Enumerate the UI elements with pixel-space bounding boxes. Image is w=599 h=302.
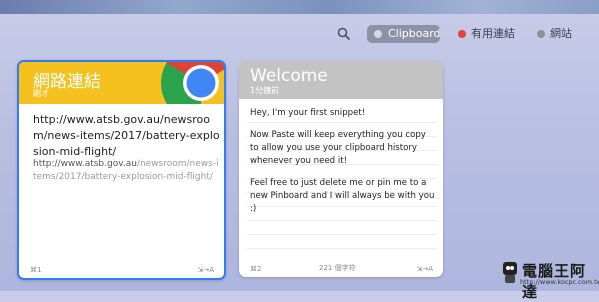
card-timestamp: 1分鐘前 — [250, 86, 280, 95]
text-type-icon: ⇲→A — [197, 266, 214, 274]
snippet-paragraph: Now Paste will keep everything you copy … — [250, 130, 426, 166]
tab-label: 網站 — [550, 27, 572, 40]
chrome-icon — [160, 62, 224, 104]
clipboard-color-dot-icon — [374, 30, 382, 38]
link-host: http://www.atsb.gov.au — [33, 159, 137, 169]
link-text: http://www.atsb.gov.au/newsroom/news-ite… — [33, 113, 220, 158]
card-header: 網路連結 剛才 — [19, 62, 224, 104]
card-timestamp: 剛才 — [33, 89, 49, 98]
search-icon[interactable] — [336, 26, 352, 42]
snippet-paragraph: Hey, I'm your first snippet! — [250, 108, 366, 118]
text-type-icon: ⇲→A — [416, 265, 433, 273]
link-url: http://www.atsb.gov.au/newsroom/news-ite… — [33, 158, 221, 184]
character-count: 221 個字符 — [319, 264, 356, 272]
toolbar: Clipboard 有用連結 網站 — [0, 24, 599, 44]
tab-label: Clipboard — [388, 27, 441, 40]
shortcut-label: ⌘1 — [30, 266, 42, 274]
clip-card-welcome[interactable]: Welcome 1分鐘前 Hey, I'm your first snippet… — [239, 61, 443, 277]
shortcut-label: ⌘2 — [250, 265, 262, 273]
snippet-paragraph: Feel free to just delete me or pin me to… — [250, 178, 435, 214]
useful-links-color-dot-icon — [458, 30, 466, 38]
desktop-wallpaper-strip — [0, 0, 599, 14]
watermark-logo: 電腦王阿達 http://www.kocpc.com.tw — [500, 258, 599, 301]
mascot-icon — [503, 262, 517, 283]
tab-clipboard[interactable]: Clipboard — [367, 25, 441, 43]
tab-label: 有用連結 — [471, 27, 515, 40]
snippet-text: Hey, I'm your first snippet! Now Paste w… — [250, 107, 436, 216]
card-header: Welcome 1分鐘前 — [239, 61, 443, 99]
watermark-url: http://www.kocpc.com.tw — [520, 278, 599, 286]
card-title: Welcome — [250, 66, 328, 86]
websites-color-dot-icon — [537, 30, 545, 38]
clip-card-link[interactable]: 網路連結 剛才 http://www.atsb.gov.au/newsroom/… — [17, 60, 226, 280]
